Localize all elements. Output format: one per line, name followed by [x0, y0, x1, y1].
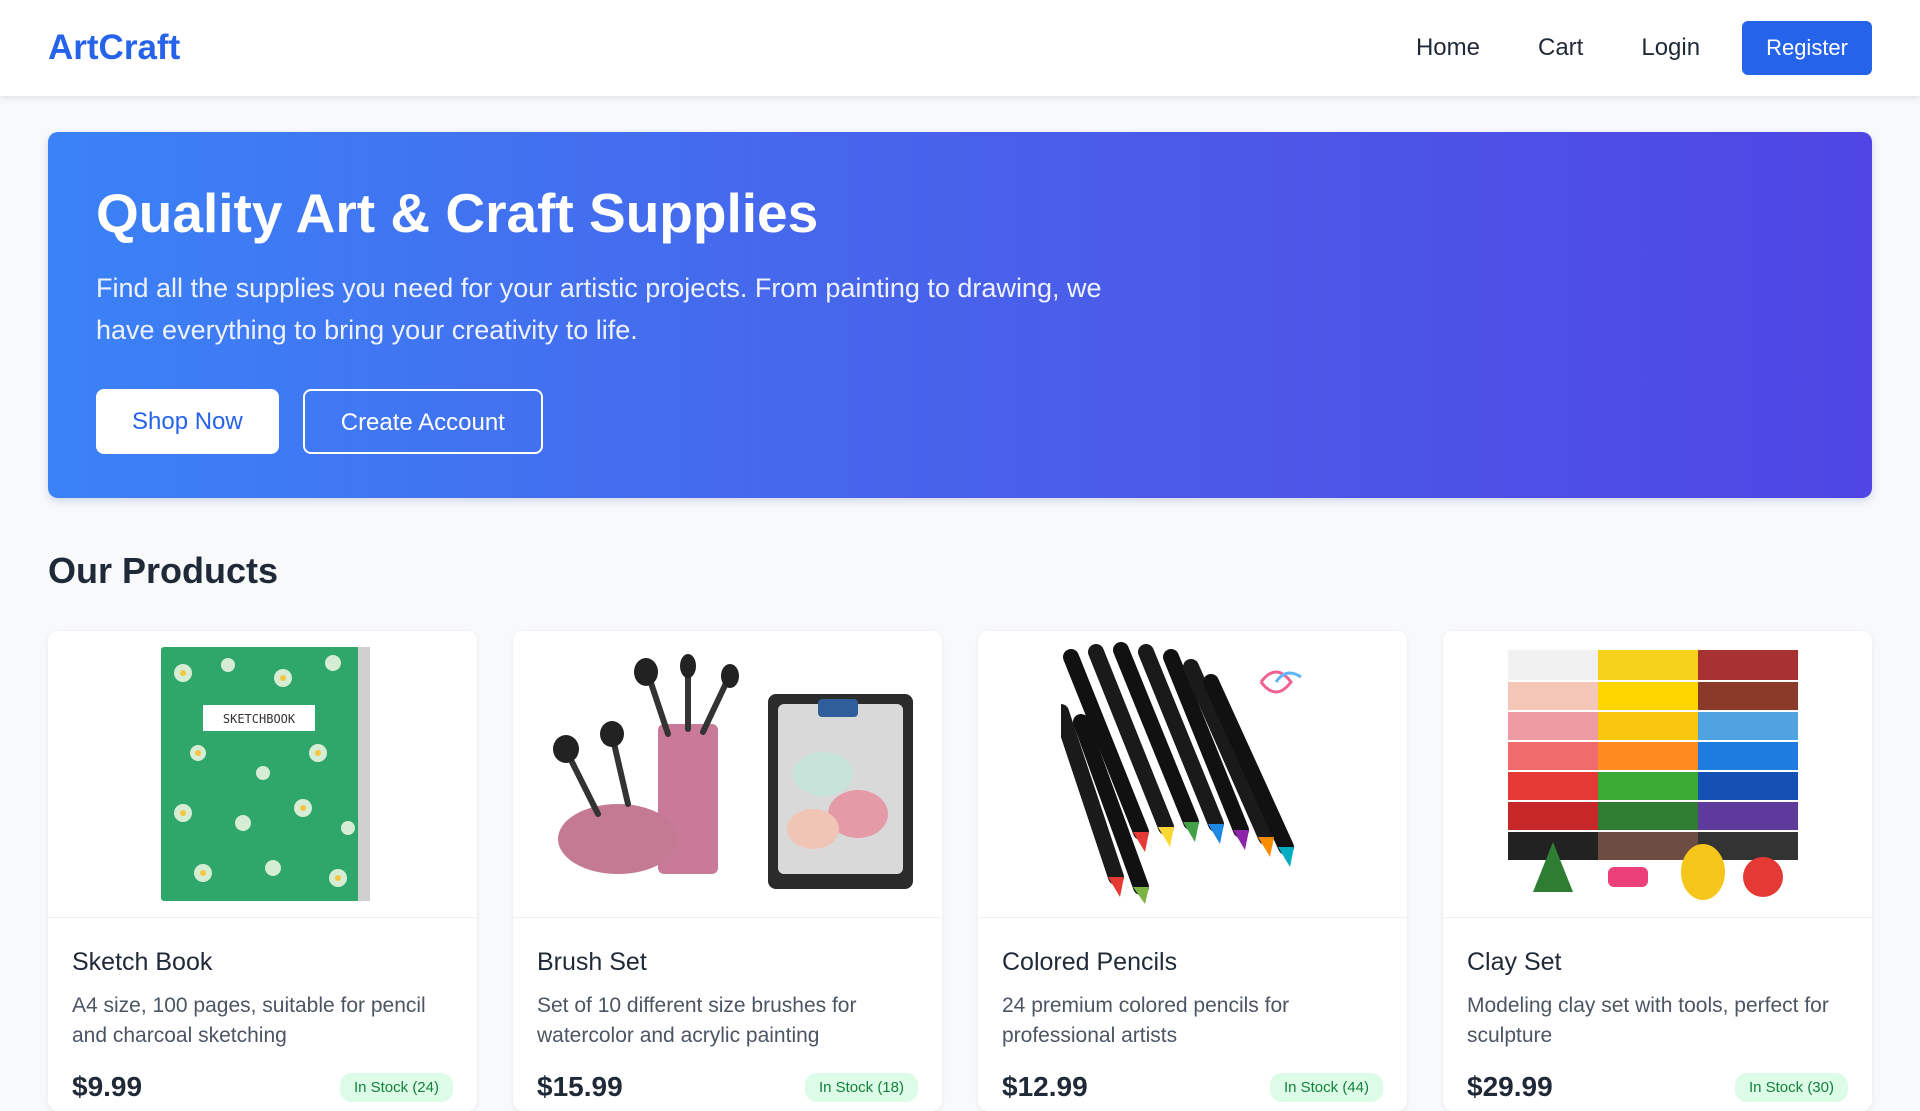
product-card-colored-pencils[interactable]: Colored Pencils 24 premium colored penci… [978, 631, 1407, 1111]
shop-now-button[interactable]: Shop Now [96, 389, 279, 455]
nav-link-login[interactable]: Login [1641, 34, 1700, 62]
stock-badge: In Stock (30) [1734, 1072, 1848, 1102]
product-image-brush-set[interactable] [513, 631, 942, 918]
product-footer: $15.99 In Stock (18) [537, 1071, 918, 1103]
product-name[interactable]: Sketch Book [72, 948, 453, 977]
register-button[interactable]: Register [1742, 21, 1872, 75]
create-account-button[interactable]: Create Account [302, 389, 543, 455]
product-price: $12.99 [1002, 1071, 1088, 1102]
product-price: $29.99 [1467, 1071, 1553, 1102]
stock-badge: In Stock (18) [804, 1072, 918, 1102]
clay-set-image [1497, 642, 1818, 906]
hero-actions: Shop Now Create Account [96, 389, 1824, 455]
products-section-title: Our Products [48, 550, 279, 591]
brush-set-image [537, 654, 918, 894]
nav-link-cart[interactable]: Cart [1538, 34, 1583, 62]
product-price: $9.99 [72, 1071, 143, 1102]
product-footer: $29.99 In Stock (30) [1467, 1071, 1848, 1103]
product-footer: $9.99 In Stock (24) [72, 1071, 453, 1103]
product-image-sketch-book[interactable]: SKETCHBOOK [48, 631, 477, 918]
product-info: Clay Set Modeling clay set with tools, p… [1443, 918, 1872, 1103]
product-card-sketch-book[interactable]: SKETCHBOOK Sketch Book A4 size, 100 page… [48, 631, 477, 1111]
product-card-clay-set[interactable]: Clay Set Modeling clay set with tools, p… [1443, 631, 1872, 1111]
product-info: Sketch Book A4 size, 100 pages, suitable… [48, 918, 477, 1103]
product-description: A4 size, 100 pages, suitable for pencil … [72, 994, 426, 1047]
product-description: 24 premium colored pencils for professio… [1002, 994, 1290, 1047]
product-info: Brush Set Set of 10 different size brush… [513, 918, 942, 1103]
navbar: ArtCraft Home Cart Login Register [0, 0, 1920, 96]
stock-badge: In Stock (44) [1269, 1072, 1383, 1102]
nav-links: Home Cart Login Register [1416, 21, 1872, 75]
product-card-brush-set[interactable]: Brush Set Set of 10 different size brush… [513, 631, 942, 1111]
product-grid: SKETCHBOOK Sketch Book A4 size, 100 page… [48, 631, 1872, 1111]
sketchbook-image: SKETCHBOOK [160, 647, 370, 901]
colored-pencils-image [1060, 642, 1325, 906]
product-footer: $12.99 In Stock (44) [1002, 1071, 1383, 1103]
hero-banner: Quality Art & Craft Supplies Find all th… [48, 132, 1872, 498]
product-name[interactable]: Brush Set [537, 948, 918, 977]
product-description: Modeling clay set with tools, perfect fo… [1467, 994, 1829, 1047]
stock-badge: In Stock (24) [339, 1072, 453, 1102]
hero-description: Find all the supplies you need for your … [96, 273, 1102, 346]
nav-link-home[interactable]: Home [1416, 34, 1480, 62]
product-price: $15.99 [537, 1071, 623, 1102]
product-name[interactable]: Clay Set [1467, 948, 1848, 977]
product-image-clay-set[interactable] [1443, 631, 1872, 918]
hero-title: Quality Art & Craft Supplies [96, 182, 819, 244]
sketchbook-cover-label: SKETCHBOOK [222, 712, 295, 726]
product-description: Set of 10 different size brushes for wat… [537, 994, 857, 1047]
product-name[interactable]: Colored Pencils [1002, 948, 1383, 977]
product-image-colored-pencils[interactable] [978, 631, 1407, 918]
product-info: Colored Pencils 24 premium colored penci… [978, 918, 1407, 1103]
brand-logo[interactable]: ArtCraft [48, 28, 180, 68]
